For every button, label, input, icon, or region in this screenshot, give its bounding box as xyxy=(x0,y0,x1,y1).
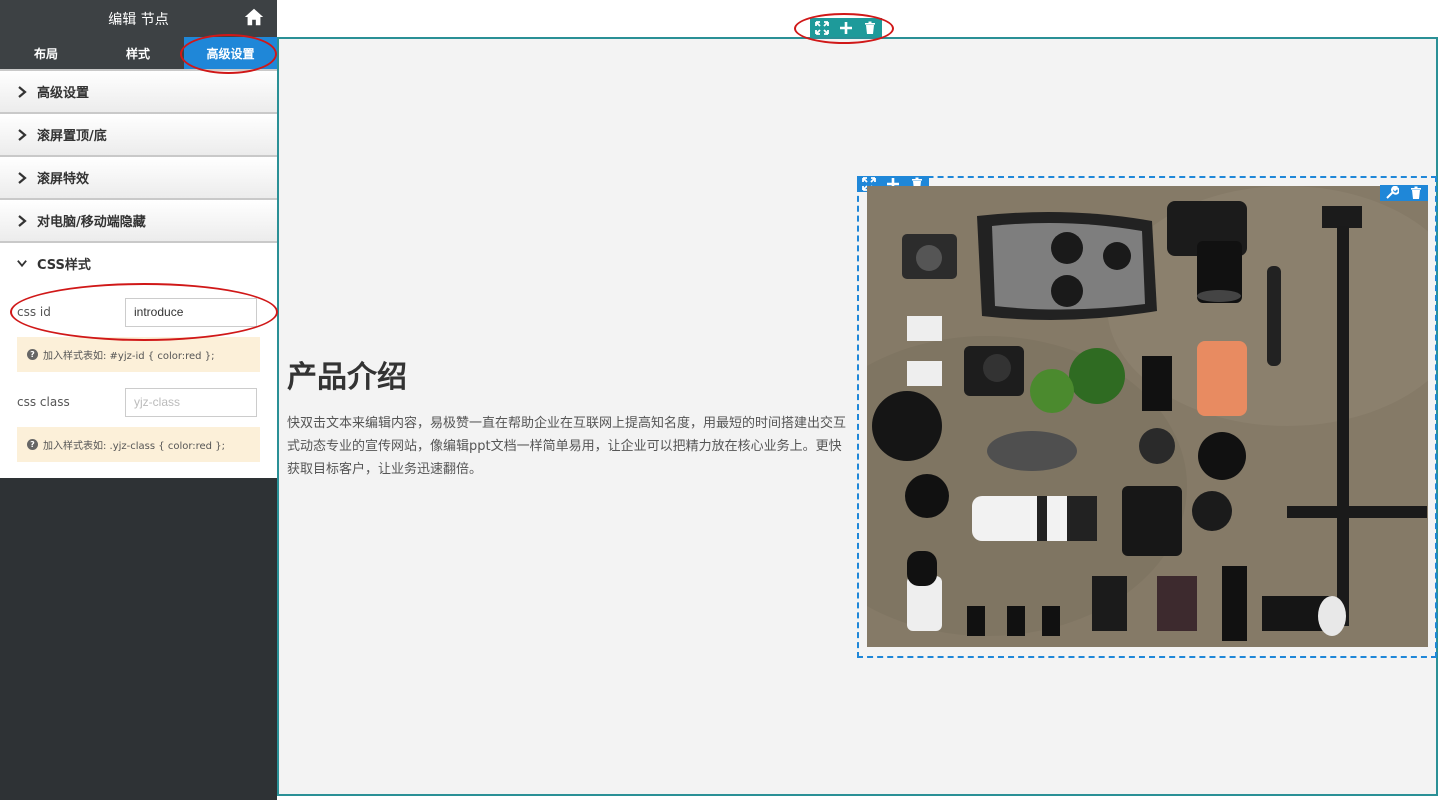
css-section-body: css id ? 加入样式表如: #yjz-id { color:red }; … xyxy=(0,284,277,478)
section-scroll-effect[interactable]: 滚屏特效 xyxy=(0,155,277,198)
tab-advanced[interactable]: 高级设置 xyxy=(184,37,277,69)
product-photo xyxy=(867,186,1428,647)
trash-icon[interactable] xyxy=(1409,186,1423,200)
section-toolbar xyxy=(810,18,882,38)
chevron-right-icon xyxy=(18,85,27,98)
tab-layout[interactable]: 布局 xyxy=(0,37,92,69)
section-label: 滚屏特效 xyxy=(37,172,90,187)
section-label: 滚屏置顶/底 xyxy=(37,129,107,144)
question-icon: ? xyxy=(27,439,38,450)
css-id-hint: ? 加入样式表如: #yjz-id { color:red }; xyxy=(17,337,260,372)
chevron-right-icon xyxy=(18,214,27,227)
question-icon: ? xyxy=(27,349,38,360)
section-css[interactable]: CSS样式 xyxy=(0,241,277,284)
sidebar-tabs: 布局 样式 高级设置 xyxy=(0,37,277,69)
content-description[interactable]: 快双击文本来编辑内容，易极赞一直在帮助企业在互联网上提高知名度，用最短的时间搭建… xyxy=(287,412,851,481)
css-class-label: css class xyxy=(17,395,70,409)
plus-icon[interactable] xyxy=(839,21,853,35)
sidebar: 编辑 节点 布局 样式 高级设置 高级设置 滚屏置顶/底 滚屏特效 对电脑/移动… xyxy=(0,0,277,800)
section-label: 对电脑/移动端隐藏 xyxy=(37,215,146,230)
tab-style[interactable]: 样式 xyxy=(92,37,184,69)
chevron-right-icon xyxy=(18,171,27,184)
sidebar-header: 编辑 节点 xyxy=(0,0,277,37)
expand-icon[interactable] xyxy=(815,21,829,35)
css-id-label: css id xyxy=(17,305,51,319)
section-advanced[interactable]: 高级设置 xyxy=(0,69,277,112)
trash-icon[interactable] xyxy=(863,21,877,35)
editor-root: 编辑 节点 布局 样式 高级设置 高级设置 滚屏置顶/底 滚屏特效 对电脑/移动… xyxy=(0,0,1443,800)
css-class-hint: ? 加入样式表如: .yjz-class { color:red }; xyxy=(17,427,260,462)
section-label: CSS样式 xyxy=(37,258,91,273)
section-device-hide[interactable]: 对电脑/移动端隐藏 xyxy=(0,198,277,241)
css-class-row: css class xyxy=(17,387,260,417)
image-toolbar-right xyxy=(1380,185,1428,201)
sidebar-title: 编辑 节点 xyxy=(108,11,169,28)
chevron-down-icon xyxy=(17,260,27,268)
css-id-hint-text: 加入样式表如: #yjz-id { color:red }; xyxy=(43,351,215,362)
sidebar-panel: 高级设置 滚屏置顶/底 滚屏特效 对电脑/移动端隐藏 CSS样式 css id xyxy=(0,69,277,478)
css-id-input[interactable] xyxy=(125,297,257,327)
chevron-right-icon xyxy=(18,128,27,141)
css-class-hint-text: 加入样式表如: .yjz-class { color:red }; xyxy=(43,441,225,452)
home-icon[interactable] xyxy=(243,6,265,28)
section-scroll-pin[interactable]: 滚屏置顶/底 xyxy=(0,112,277,155)
section-label: 高级设置 xyxy=(37,86,90,101)
wrench-icon[interactable] xyxy=(1385,186,1399,200)
content-title[interactable]: 产品介绍 xyxy=(287,352,407,396)
css-id-row: css id xyxy=(17,297,260,327)
css-class-input[interactable] xyxy=(125,387,257,417)
